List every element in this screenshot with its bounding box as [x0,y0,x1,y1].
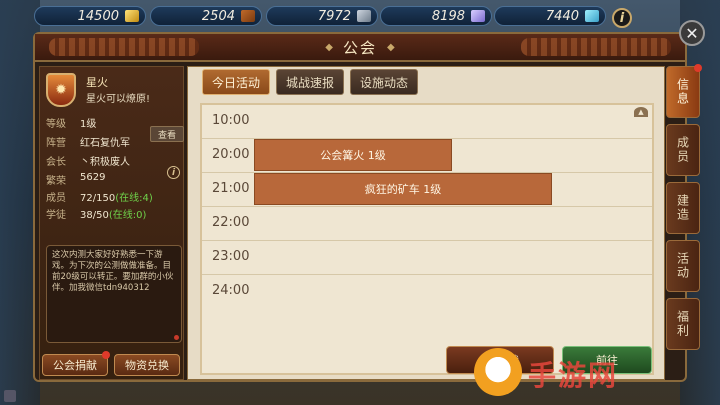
field-value: 红石复仇军 [80,138,130,149]
side-tab-members[interactable]: 成员 [666,124,700,176]
content-area: 今日活动 城战速报 设施动态 ▲ 10:00 20:00 公会篝火 1级 21:… [187,66,665,380]
gold-value: 14500 [77,8,119,24]
field-label: 成员 [46,193,66,204]
side-tab-info[interactable]: 信息 [666,64,702,118]
field-label: 阵营 [46,138,66,149]
field-value: 5629 [80,172,106,183]
time-slot: 23:00 [202,241,652,275]
event-crazy-minecart[interactable]: 疯狂的矿车 1级 [254,173,552,205]
city-battle-button[interactable]: ⚔ 城战 [446,346,554,374]
crossed-swords-icon: ⚔ [481,353,491,367]
side-tab-build[interactable]: 建造 [666,182,700,234]
resource-bar: 14500 2504 7972 8198 7440 i [0,4,720,28]
title-bar: ◆ 公会 ◆ [35,34,685,62]
time-label: 22:00 [212,215,250,230]
field-label: 等级 [46,119,66,130]
side-tab-label: 福利 [675,310,690,338]
field-leader: 会长 丶积极废人 [46,153,130,168]
time-label: 24:00 [212,283,250,298]
corner-icon [4,390,16,402]
field-label: 繁荣 [46,176,66,187]
members-count: 72/150 [80,193,116,204]
guild-name: 星火 [86,76,108,89]
title-ornament-right [521,38,671,56]
time-label: 21:00 [212,181,250,196]
time-slot: 22:00 [202,207,652,241]
field-value: 72/150(在线:4) [80,189,153,204]
field-value: 1级 [80,119,97,130]
tab-bar: 今日活动 城战速报 设施动态 [202,69,419,95]
field-members: 成员 72/150(在线:4) [46,189,153,204]
exchange-button[interactable]: 物资兑换 [114,354,180,376]
time-label: 10:00 [212,113,250,128]
side-tab-welfare[interactable]: 福利 [666,298,700,350]
apprentices-count: 38/50 [80,210,109,221]
info-icon[interactable]: i [612,8,632,28]
tab-facility-updates[interactable]: 设施动态 [350,69,419,95]
resource-crystal[interactable]: 8198 [380,6,492,26]
side-tab-label: 活动 [675,252,690,280]
title-deco-right-icon: ◆ [387,41,395,53]
gem-icon [585,10,599,22]
wood-value: 2504 [201,8,235,24]
field-value: 丶积极废人 [80,157,130,168]
tab-city-battle-report[interactable]: 城战速报 [276,69,345,95]
exchange-label: 物资兑换 [125,359,169,372]
notification-dot [102,351,110,359]
side-tab-label: 信息 [675,78,690,106]
apprentices-online: (在线:0) [108,210,147,221]
title-ornament-left [49,38,199,56]
city-battle-label: 城战 [496,354,519,367]
notification-dot [694,64,702,72]
event-guild-bonfire[interactable]: 公会篝火 1级 [254,139,452,171]
side-tab-activity[interactable]: 活动 [666,240,700,292]
resource-gold[interactable]: 14500 [34,6,146,26]
members-online: (在线:4) [115,193,153,204]
time-slot: 21:00 疯狂的矿车 1级 [202,173,652,207]
gold-icon [125,10,139,22]
field-prosperity: 繁荣 5629 [46,172,105,187]
guild-panel: ◆ 公会 ◆ ✕ ✹ 星火 星火可以燎原! 等级 1级 阵营 红石复仇军 查看 … [33,20,705,382]
field-apprentices: 学徒 38/50(在线:0) [46,206,146,221]
resource-wood[interactable]: 2504 [150,6,262,26]
field-level: 等级 1级 [46,115,96,130]
gem-value: 7440 [545,8,579,24]
crystal-icon [471,10,485,22]
help-icon[interactable]: i [167,166,180,179]
guild-motto: 星火可以燎原! [86,94,151,105]
notice-text: 这次内测大家好好熟悉一下游戏。为下次的公测做做准备。目前20级可以转正。要加群的… [52,250,174,293]
wood-icon [241,10,255,22]
flame-emblem-icon: ✹ [46,73,76,107]
time-slot: 20:00 公会篝火 1级 [202,139,652,173]
resource-gem[interactable]: 7440 [494,6,606,26]
resource-iron[interactable]: 7972 [266,6,378,26]
close-button[interactable]: ✕ [679,20,705,46]
crystal-value: 8198 [431,8,465,24]
title-deco-left-icon: ◆ [325,41,333,53]
activity-schedule[interactable]: ▲ 10:00 20:00 公会篝火 1级 21:00 疯狂的矿车 1级 22:… [200,103,654,375]
side-tab-label: 成员 [675,136,690,164]
side-tab-label: 建造 [675,194,690,222]
time-label: 23:00 [212,249,250,264]
tab-today-activity[interactable]: 今日活动 [202,69,271,95]
field-value: 38/50(在线:0) [80,206,146,221]
guild-notice[interactable]: 这次内测大家好好熟悉一下游戏。为下次的公测做做准备。目前20级可以转正。要加群的… [46,245,182,343]
view-button[interactable]: 查看 [150,126,184,142]
go-button[interactable]: 前往 [562,346,652,374]
page-title: 公会 [342,38,377,57]
notice-edit-indicator [174,335,179,340]
field-faction: 阵营 红石复仇军 [46,134,130,149]
guild-info-panel: ✹ 星火 星火可以燎原! 等级 1级 阵营 红石复仇军 查看 会长 丶积极废人 … [39,66,184,380]
donate-button[interactable]: 公会捐献 [42,351,110,376]
time-slot: 24:00 [202,275,652,309]
time-label: 20:00 [212,147,250,162]
field-label: 学徒 [46,210,66,221]
field-label: 会长 [46,157,66,168]
time-slot: 10:00 [202,105,652,139]
iron-icon [357,10,371,22]
donate-label: 公会捐献 [53,359,97,372]
iron-value: 7972 [317,8,351,24]
